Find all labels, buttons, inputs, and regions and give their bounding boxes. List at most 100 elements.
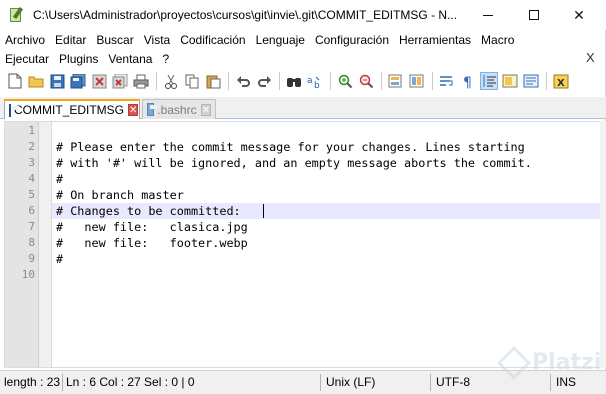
line-number: 4 bbox=[28, 172, 35, 185]
line-text: # new file: footer.webp bbox=[56, 236, 248, 250]
line-number: 6 bbox=[28, 204, 35, 217]
paste-icon[interactable] bbox=[204, 72, 222, 90]
svg-text:¶: ¶ bbox=[463, 75, 472, 89]
line-number: 1 bbox=[28, 124, 35, 137]
editor-line: 3 # with '#' will be ignored, and an emp… bbox=[5, 155, 600, 171]
editor-line: 1 bbox=[5, 123, 600, 139]
line-text: # Changes to be committed: bbox=[56, 204, 241, 218]
tab-bashrc[interactable]: .bashrc ✕ bbox=[142, 99, 216, 119]
zoom-out-icon[interactable] bbox=[357, 72, 375, 90]
editor-line-current: 6 # Changes to be committed: bbox=[5, 203, 600, 219]
line-number: 7 bbox=[28, 220, 35, 233]
sync-vertical-icon[interactable] bbox=[387, 72, 405, 90]
status-position: Ln : 6 Col : 27 Sel : 0 | 0 bbox=[66, 375, 195, 389]
save-icon[interactable] bbox=[48, 72, 66, 90]
new-file-icon[interactable] bbox=[6, 72, 24, 90]
saved-file-icon bbox=[9, 103, 19, 117]
menu-editar[interactable]: Editar bbox=[50, 33, 91, 47]
minimize-button[interactable] bbox=[465, 0, 511, 30]
word-wrap-icon[interactable] bbox=[438, 72, 456, 90]
toolbar-separator bbox=[381, 72, 382, 90]
tab-bar: COMMIT_EDITMSG ✕ .bashrc ✕ bbox=[0, 97, 606, 119]
close-icon[interactable] bbox=[90, 72, 108, 90]
tab-close-icon[interactable]: ✕ bbox=[200, 103, 211, 116]
line-text: # On branch master bbox=[56, 188, 184, 202]
toolbar-separator bbox=[279, 72, 280, 90]
menu-codificacion[interactable]: Codificación bbox=[175, 33, 250, 47]
editor-line: 5 # On branch master bbox=[5, 187, 600, 203]
line-number: 3 bbox=[28, 156, 35, 169]
line-text: # Please enter the commit message for yo… bbox=[56, 140, 525, 154]
tab-label: COMMIT_EDITMSG bbox=[14, 103, 124, 117]
menu-herramientas[interactable]: Herramientas bbox=[394, 33, 476, 47]
maximize-button[interactable] bbox=[511, 0, 557, 30]
menu-macro[interactable]: Macro bbox=[476, 33, 519, 47]
close-window-button[interactable]: ✕ bbox=[556, 0, 602, 30]
save-all-icon[interactable] bbox=[69, 72, 87, 90]
notepad-plus-plus-window: C:\Users\Administrador\proyectos\cursos\… bbox=[0, 0, 606, 394]
line-number: 9 bbox=[28, 252, 35, 265]
copy-icon[interactable] bbox=[183, 72, 201, 90]
sync-horizontal-icon[interactable] bbox=[408, 72, 426, 90]
indent-guide-icon[interactable] bbox=[480, 72, 498, 90]
close-document-button[interactable]: X bbox=[586, 50, 595, 65]
tab-commit-editmsg[interactable]: COMMIT_EDITMSG ✕ bbox=[4, 99, 140, 119]
menu-plugins[interactable]: Plugins bbox=[54, 52, 103, 66]
menu-help[interactable]: ? bbox=[157, 52, 174, 66]
function-list-icon[interactable] bbox=[522, 72, 540, 90]
editor-line: 4 # bbox=[5, 171, 600, 187]
notepad-app-icon bbox=[8, 6, 24, 23]
menu-bar: Archivo Editar Buscar Vista Codificación… bbox=[0, 30, 606, 49]
editor-line: 9 # bbox=[5, 251, 600, 267]
editor-line: 7 # new file: clasica.jpg bbox=[5, 219, 600, 235]
menu-bar-row-2: Ejecutar Plugins Ventana ? bbox=[0, 49, 606, 68]
line-text: # new file: clasica.jpg bbox=[56, 220, 248, 234]
toolbar: ab ¶ X bbox=[0, 68, 606, 94]
svg-text:a: a bbox=[307, 76, 313, 86]
background-window-edge bbox=[600, 121, 606, 368]
toolbar-separator bbox=[432, 72, 433, 90]
close-all-icon[interactable] bbox=[111, 72, 129, 90]
status-eol[interactable]: Unix (LF) bbox=[322, 371, 430, 394]
redo-icon[interactable] bbox=[255, 72, 273, 90]
menu-ventana[interactable]: Ventana bbox=[103, 52, 157, 66]
window-title: C:\Users\Administrador\proyectos\cursos\… bbox=[33, 8, 458, 22]
minimize-icon bbox=[483, 14, 493, 16]
line-number: 10 bbox=[21, 268, 35, 281]
menu-configuracion[interactable]: Configuración bbox=[310, 33, 394, 47]
macro-icon[interactable]: X bbox=[552, 72, 570, 90]
editor-line: 10 bbox=[5, 267, 600, 283]
toolbar-separator bbox=[156, 72, 157, 90]
editor-line: 8 # new file: footer.webp bbox=[5, 235, 600, 251]
toolbar-separator bbox=[330, 72, 331, 90]
show-all-chars-icon[interactable]: ¶ bbox=[459, 72, 477, 90]
text-editor[interactable]: 1 2 # Please enter the commit message fo… bbox=[4, 121, 601, 368]
text-caret bbox=[263, 204, 264, 218]
tab-close-icon[interactable]: ✕ bbox=[128, 104, 139, 116]
svg-text:b: b bbox=[314, 81, 320, 89]
undo-icon[interactable] bbox=[234, 72, 252, 90]
maximize-icon bbox=[529, 10, 539, 20]
toolbar-separator bbox=[228, 72, 229, 90]
find-icon[interactable] bbox=[285, 72, 303, 90]
menu-archivo[interactable]: Archivo bbox=[0, 33, 50, 47]
document-map-icon[interactable] bbox=[501, 72, 519, 90]
line-number: 5 bbox=[28, 188, 35, 201]
svg-text:X: X bbox=[557, 78, 565, 89]
platzi-logo-icon bbox=[497, 346, 531, 380]
line-number: 8 bbox=[28, 236, 35, 249]
menu-vista[interactable]: Vista bbox=[139, 33, 175, 47]
platzi-watermark: Platzi bbox=[497, 346, 602, 390]
cut-icon[interactable] bbox=[162, 72, 180, 90]
menu-ejecutar[interactable]: Ejecutar bbox=[0, 52, 54, 66]
menu-lenguaje[interactable]: Lenguaje bbox=[251, 33, 310, 47]
saved-file-icon bbox=[147, 103, 158, 116]
line-text: # bbox=[56, 252, 64, 266]
zoom-in-icon[interactable] bbox=[336, 72, 354, 90]
menu-buscar[interactable]: Buscar bbox=[91, 33, 138, 47]
watermark-text: Platzi bbox=[532, 350, 602, 375]
line-text: # bbox=[56, 172, 64, 186]
print-icon[interactable] bbox=[132, 72, 150, 90]
open-file-icon[interactable] bbox=[27, 72, 45, 90]
replace-icon[interactable]: ab bbox=[306, 72, 324, 90]
